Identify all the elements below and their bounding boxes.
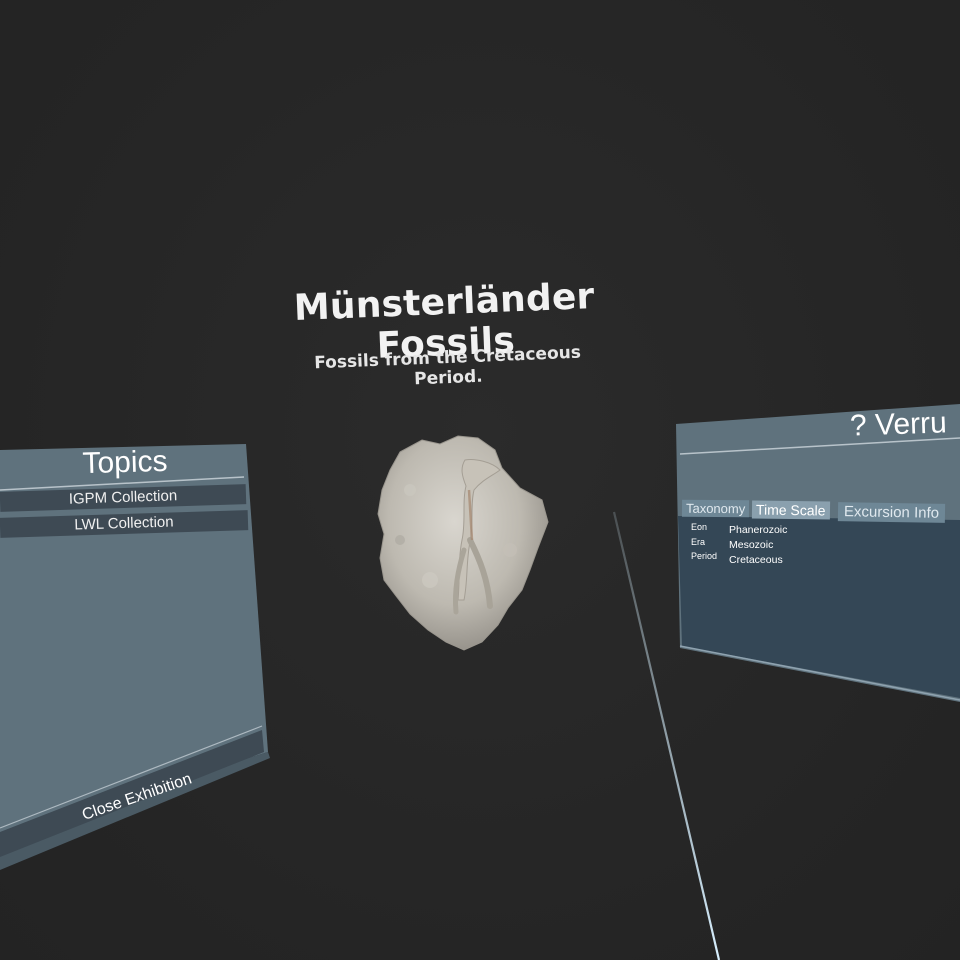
- info-panel-title: ? Verru: [849, 406, 948, 443]
- info-panel: [676, 404, 960, 702]
- info-key-period: Period: [691, 551, 718, 561]
- tab-excursion-info[interactable]: Excursion Info: [837, 502, 946, 523]
- info-value-era: Mesozoic: [729, 539, 774, 551]
- tab-taxonomy[interactable]: Taxonomy: [681, 499, 750, 518]
- info-value-period: Cretaceous: [729, 554, 783, 566]
- vr-scene: Münsterländer Fossils Fossils from the C…: [0, 0, 960, 960]
- info-value-eon: Phanerozoic: [729, 524, 788, 536]
- info-key-eon: Eon: [691, 522, 708, 532]
- info-key-era: Era: [691, 537, 706, 547]
- tab-time-scale[interactable]: Time Scale: [751, 500, 830, 520]
